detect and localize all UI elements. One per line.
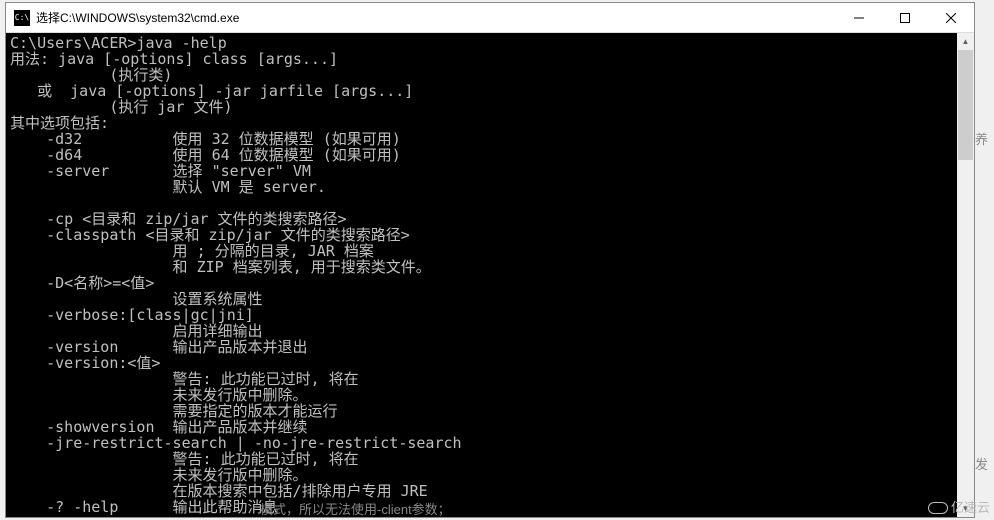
console-output[interactable]: C:\Users\ACER>java -help 用法: java [-opti… bbox=[6, 33, 957, 517]
cmd-icon: C:\ bbox=[14, 10, 30, 26]
watermark: 亿速云 bbox=[928, 497, 990, 516]
maximize-icon bbox=[900, 13, 910, 23]
scrollbar-track[interactable] bbox=[957, 50, 974, 500]
titlebar[interactable]: C:\ 选择C:\WINDOWS\system32\cmd.exe bbox=[6, 3, 974, 33]
scrollbar-up-arrow[interactable]: ▲ bbox=[957, 33, 974, 50]
cloud-icon bbox=[928, 499, 948, 515]
watermark-text: 亿速云 bbox=[951, 497, 990, 516]
background-char-2: 发 bbox=[975, 454, 988, 473]
window-title: 选择C:\WINDOWS\system32\cmd.exe bbox=[36, 9, 836, 26]
minimize-icon bbox=[854, 13, 864, 23]
scrollbar-thumb[interactable] bbox=[958, 50, 973, 160]
minimize-button[interactable] bbox=[836, 3, 882, 33]
cmd-window: C:\ 选择C:\WINDOWS\system32\cmd.exe C:\Use… bbox=[5, 2, 975, 518]
vertical-scrollbar[interactable]: ▲ ▼ bbox=[957, 33, 974, 517]
maximize-button[interactable] bbox=[882, 3, 928, 33]
background-text-bottom: 模式，所以无法使用-client参数； bbox=[260, 499, 451, 518]
window-controls bbox=[836, 3, 974, 32]
console-area: C:\Users\ACER>java -help 用法: java [-opti… bbox=[6, 33, 974, 517]
close-button[interactable] bbox=[928, 3, 974, 33]
close-icon bbox=[946, 13, 956, 23]
background-char-1: 养 bbox=[975, 129, 988, 148]
